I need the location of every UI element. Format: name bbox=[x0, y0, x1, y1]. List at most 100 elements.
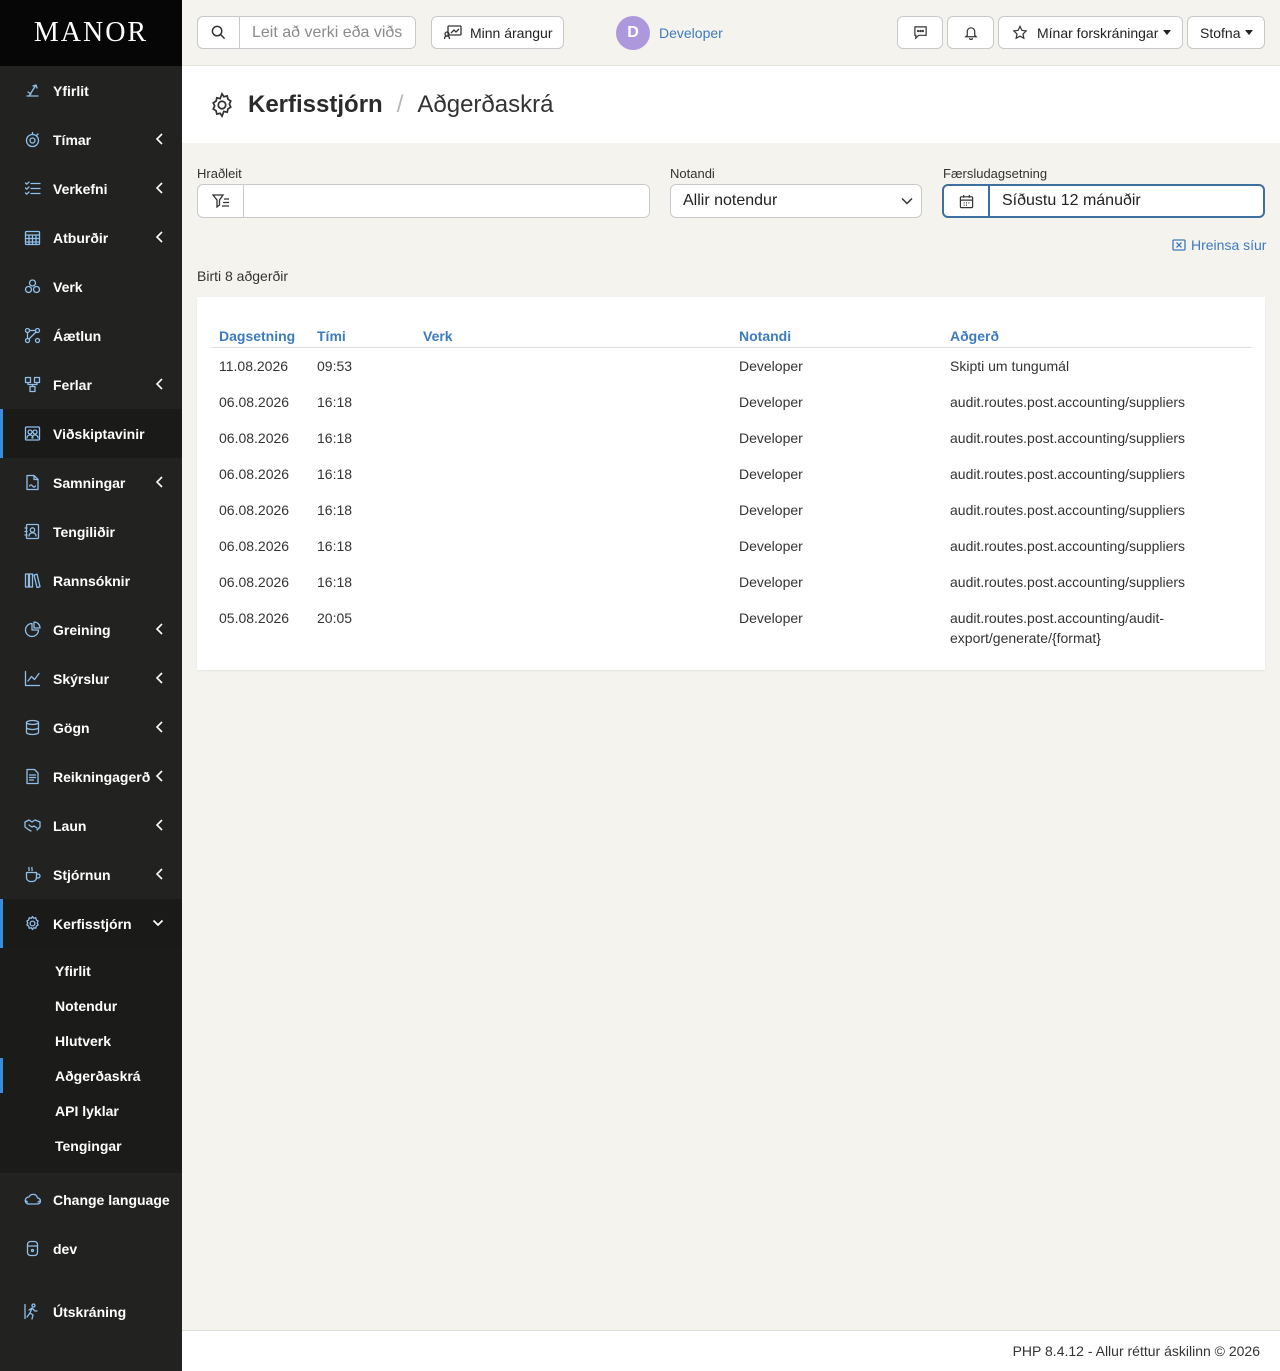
workflow-icon bbox=[24, 376, 41, 393]
pie-chart-icon bbox=[24, 621, 41, 638]
cell-date: 06.08.2026 bbox=[219, 430, 290, 446]
submenu-item-1[interactable]: Notendur bbox=[0, 988, 182, 1023]
sidebar-item-verk[interactable]: Verk bbox=[0, 262, 182, 311]
submenu-item-0[interactable]: Yfirlit bbox=[0, 953, 182, 988]
sidebar-item-label: Gögn bbox=[53, 719, 90, 736]
sidebar-item-dev[interactable]: dev bbox=[0, 1224, 182, 1273]
submenu-item-2[interactable]: Hlutverk bbox=[0, 1023, 182, 1058]
column-header-project[interactable]: Verk bbox=[423, 328, 453, 344]
submenu-item-4[interactable]: API lyklar bbox=[0, 1093, 182, 1128]
sidebar-item-verkefni[interactable]: Verkefni bbox=[0, 164, 182, 213]
clear-filters-link[interactable]: Hreinsa síur bbox=[1172, 237, 1266, 253]
date-range-value: Síðustu 12 mánuðir bbox=[1002, 192, 1141, 209]
caret-down-icon bbox=[1163, 30, 1172, 35]
contact-card-icon bbox=[24, 523, 41, 540]
user-select[interactable]: Allir notendur bbox=[670, 184, 922, 218]
sidebar-item-atburðir[interactable]: Atburðir bbox=[0, 213, 182, 262]
create-label: Stofna bbox=[1200, 24, 1241, 41]
sidebar-item-samningar[interactable]: Samningar bbox=[0, 458, 182, 507]
quick-search-input[interactable] bbox=[244, 185, 649, 217]
sidebar-item-skýrslur[interactable]: Skýrslur bbox=[0, 654, 182, 703]
cell-action: audit.routes.post.accounting/suppliers bbox=[950, 574, 1186, 590]
sidebar-item-label: Verk bbox=[53, 278, 83, 295]
sidebar-item-rannsóknir[interactable]: Rannsóknir bbox=[0, 556, 182, 605]
invoice-icon bbox=[24, 768, 41, 785]
tasks-list-icon bbox=[24, 180, 41, 197]
favorites-label: Mínar forskráningar bbox=[1037, 24, 1159, 41]
sidebar-item-label: Yfirlit bbox=[53, 82, 89, 99]
sidebar-item-reikningagerð[interactable]: Reikningagerð bbox=[0, 752, 182, 801]
cell-date: 06.08.2026 bbox=[219, 538, 290, 554]
sidebar-item-áætlun[interactable]: Áætlun bbox=[0, 311, 182, 360]
column-header-action[interactable]: Aðgerð bbox=[950, 328, 999, 344]
dashboard-icon bbox=[24, 82, 41, 99]
page-header: Kerfisstjórn / Aðgerðaskrá bbox=[182, 66, 1280, 143]
column-header-user[interactable]: Notandi bbox=[739, 328, 791, 344]
sidebar: MANOR Yfirlit Tímar Verkefni Atburðir Verk Áæ… bbox=[0, 0, 182, 1371]
cell-user: Developer bbox=[739, 394, 803, 410]
caret-down-icon bbox=[1245, 30, 1254, 35]
sidebar-item-viðskiptavinir[interactable]: Viðskiptavinir bbox=[0, 409, 182, 458]
cell-action: audit.routes.post.accounting/suppliers bbox=[950, 466, 1186, 482]
messages-button[interactable] bbox=[897, 16, 943, 49]
sidebar-item-label: Kerfisstjórn bbox=[53, 915, 132, 932]
cell-user: Developer bbox=[739, 538, 803, 554]
cell-time: 16:18 bbox=[317, 502, 353, 518]
date-range-field[interactable]: Síðustu 12 mánuðir bbox=[942, 184, 1265, 218]
chevron-left-icon bbox=[155, 231, 163, 243]
chevron-left-icon bbox=[155, 476, 163, 488]
breadcrumb-section[interactable]: Kerfisstjórn bbox=[248, 91, 383, 119]
sidebar-item-label: Tengiliðir bbox=[53, 523, 115, 540]
sidebar-item-label: Stjórnun bbox=[53, 866, 111, 883]
sidebar-item-útskráning[interactable]: Útskráning bbox=[0, 1287, 182, 1336]
sidebar-item-stjórnun[interactable]: Stjórnun bbox=[0, 850, 182, 899]
sidebar-item-label: Change language bbox=[53, 1191, 170, 1208]
notifications-button[interactable] bbox=[947, 16, 994, 49]
user-filter-label: Notandi bbox=[670, 166, 715, 181]
handshake-icon bbox=[24, 817, 41, 834]
sidebar-item-label: dev bbox=[53, 1240, 78, 1257]
search-icon[interactable] bbox=[198, 17, 240, 48]
cell-date: 11.08.2026 bbox=[219, 358, 289, 374]
chat-icon bbox=[913, 26, 927, 40]
topbar: Minn árangur D Developer Mínar forskráni… bbox=[182, 0, 1280, 66]
column-header-time[interactable]: Tími bbox=[317, 328, 346, 344]
submenu-item-5[interactable]: Tengingar bbox=[0, 1128, 182, 1163]
quick-search-field bbox=[197, 184, 650, 218]
page-title: Aðgerðaskrá bbox=[417, 90, 554, 118]
submenu-item-3[interactable]: Aðgerðaskrá bbox=[0, 1058, 182, 1093]
sidebar-item-laun[interactable]: Laun bbox=[0, 801, 182, 850]
cell-user: Developer bbox=[739, 466, 803, 482]
books-icon bbox=[24, 572, 41, 589]
user-menu[interactable]: D Developer bbox=[616, 16, 723, 50]
cell-time: 16:18 bbox=[317, 574, 353, 590]
chevron-left-icon bbox=[155, 721, 163, 733]
sidebar-item-change-language[interactable]: Change language bbox=[0, 1175, 182, 1224]
sidebar-item-yfirlit[interactable]: Yfirlit bbox=[0, 66, 182, 115]
sidebar-item-kerfisstjórn[interactable]: Kerfisstjórn bbox=[0, 899, 182, 948]
cell-time: 20:05 bbox=[317, 610, 353, 626]
column-header-date[interactable]: Dagsetning bbox=[219, 328, 295, 344]
sidebar-item-label: Samningar bbox=[53, 474, 126, 491]
sidebar-item-label: Verkefni bbox=[53, 180, 108, 197]
result-count: Birti 8 aðgerðir bbox=[197, 268, 289, 284]
sidebar-item-greining[interactable]: Greining bbox=[0, 605, 182, 654]
sidebar-item-tengiliðir[interactable]: Tengiliðir bbox=[0, 507, 182, 556]
sidebar-item-label: Atburðir bbox=[53, 229, 109, 246]
create-button[interactable]: Stofna bbox=[1187, 16, 1265, 49]
favorites-button[interactable]: Mínar forskráningar bbox=[998, 16, 1183, 49]
sidebar-item-ferlar[interactable]: Ferlar bbox=[0, 360, 182, 409]
search-input[interactable] bbox=[240, 17, 415, 48]
plan-icon bbox=[24, 327, 41, 344]
search-box bbox=[197, 16, 416, 49]
sidebar-item-label: Tímar bbox=[53, 131, 92, 148]
sidebar-item-tímar[interactable]: Tímar bbox=[0, 115, 182, 164]
brand-logo[interactable]: MANOR bbox=[0, 0, 182, 66]
sidebar-item-label: Laun bbox=[53, 817, 87, 834]
sidebar-item-label: Útskráning bbox=[53, 1303, 127, 1320]
sidebar-item-gögn[interactable]: Gögn bbox=[0, 703, 182, 752]
quick-search-label: Hraðleit bbox=[197, 166, 242, 181]
cell-action: audit.routes.post.accounting/suppliers bbox=[950, 538, 1186, 554]
line-chart-icon bbox=[24, 670, 41, 687]
achievements-button[interactable]: Minn árangur bbox=[431, 16, 564, 49]
